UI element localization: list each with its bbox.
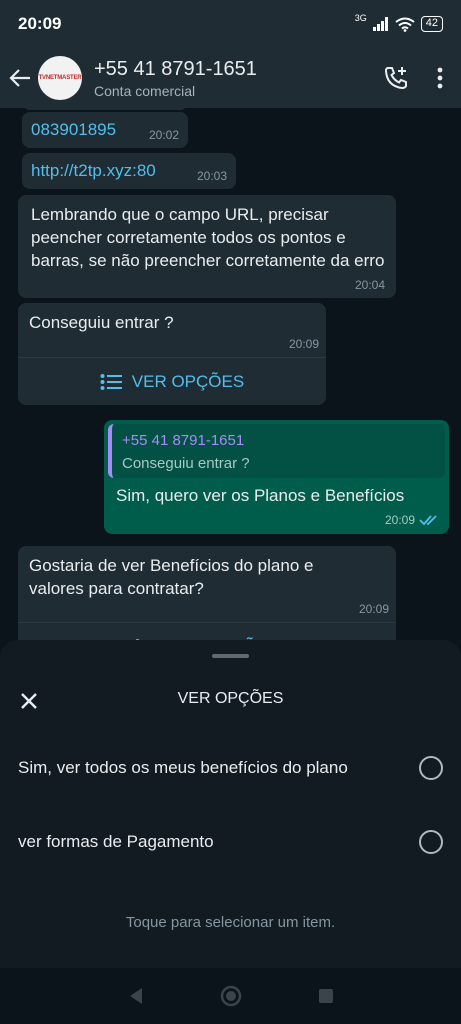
signal-icon <box>372 17 388 31</box>
radio-button[interactable] <box>419 830 443 854</box>
message-bubble[interactable]: 083901895 20:02 <box>22 112 188 148</box>
arrow-left-icon <box>9 69 30 87</box>
message-time: 20:09 <box>384 513 415 527</box>
message-bubble[interactable]: Lembrando que o campo URL, precisar peen… <box>18 195 396 298</box>
more-options-icon[interactable] <box>437 67 443 89</box>
chat-area[interactable]: 083901895 20:02 http://t2tp.xyz:80 20:03… <box>0 108 461 648</box>
message-time: 20:04 <box>354 278 385 292</box>
message-bubble-outgoing[interactable]: +55 41 8791-1651 Conseguiu entrar ? Sim,… <box>104 420 449 534</box>
back-triangle-icon[interactable] <box>128 987 144 1005</box>
message-text: Gostaria de ver Benefícios do plano e va… <box>29 556 314 598</box>
status-bar: 20:09 3G 42 <box>0 0 461 48</box>
message-bubble[interactable]: http://t2tp.xyz:80 20:03 <box>22 153 236 189</box>
ver-opcoes-label: VER OPÇÕES <box>131 371 245 391</box>
avatar[interactable]: TVNETMASTER <box>38 56 82 100</box>
message-link[interactable]: 083901895 <box>31 120 116 140</box>
home-circle-icon[interactable] <box>220 985 242 1007</box>
back-button[interactable] <box>2 58 38 98</box>
message-bubble-partial <box>22 108 188 110</box>
network-type: 3G <box>354 13 367 23</box>
contact-subtitle: Conta comercial <box>94 82 196 99</box>
sheet-title: VER OPÇÕES <box>177 690 284 707</box>
status-time: 20:09 <box>18 14 62 33</box>
contact-info[interactable]: +55 41 8791-1651 Conta comercial <box>94 58 257 99</box>
message-text: Conseguiu entrar ? <box>29 313 174 332</box>
radio-button[interactable] <box>419 756 443 780</box>
quoted-text: Conseguiu entrar ? <box>122 455 250 472</box>
battery-icon: 42 <box>420 16 443 32</box>
header-actions <box>383 65 443 91</box>
quoted-sender: +55 41 8791-1651 <box>122 432 245 449</box>
sheet-hint: Toque para selecionar um item. <box>125 914 336 931</box>
double-check-icon <box>419 515 437 526</box>
options-bottom-sheet: VER OPÇÕES Sim, ver todos os meus benefí… <box>0 640 461 968</box>
message-time: 20:02 <box>148 128 179 142</box>
chat-header: TVNETMASTER +55 41 8791-1651 Conta comer… <box>0 48 461 108</box>
contact-name: +55 41 8791-1651 <box>94 57 257 80</box>
message-text: Sim, quero ver os Planos e Benefícios <box>116 486 405 505</box>
recents-square-icon[interactable] <box>318 988 334 1004</box>
message-text: Lembrando que o campo URL, precisar peen… <box>31 205 385 270</box>
drag-handle[interactable] <box>212 654 249 658</box>
option-label: ver formas de Pagamento <box>18 832 214 851</box>
message-bubble[interactable]: Gostaria de ver Benefícios do plano e va… <box>18 546 396 648</box>
option-item[interactable]: ver formas de Pagamento <box>0 814 461 870</box>
message-time: 20:03 <box>196 169 227 183</box>
avatar-logo: TVNETMASTER <box>38 75 82 81</box>
option-label: Sim, ver todos os meus benefícios do pla… <box>18 758 348 777</box>
status-icons: 3G 42 <box>354 13 443 32</box>
message-bubble[interactable]: Conseguiu entrar ? 20:09 VER OPÇÕES <box>18 303 326 405</box>
system-nav-bar <box>0 968 461 1024</box>
wifi-icon <box>395 17 415 32</box>
list-icon <box>100 373 122 390</box>
message-time: 20:09 <box>288 337 319 351</box>
message-time: 20:09 <box>358 602 389 616</box>
ver-opcoes-button[interactable]: VER OPÇÕES <box>18 357 326 405</box>
add-call-icon[interactable] <box>383 65 409 91</box>
quoted-message[interactable]: +55 41 8791-1651 Conseguiu entrar ? <box>108 424 445 478</box>
option-item[interactable]: Sim, ver todos os meus benefícios do pla… <box>0 740 461 796</box>
message-link[interactable]: http://t2tp.xyz:80 <box>31 161 156 181</box>
